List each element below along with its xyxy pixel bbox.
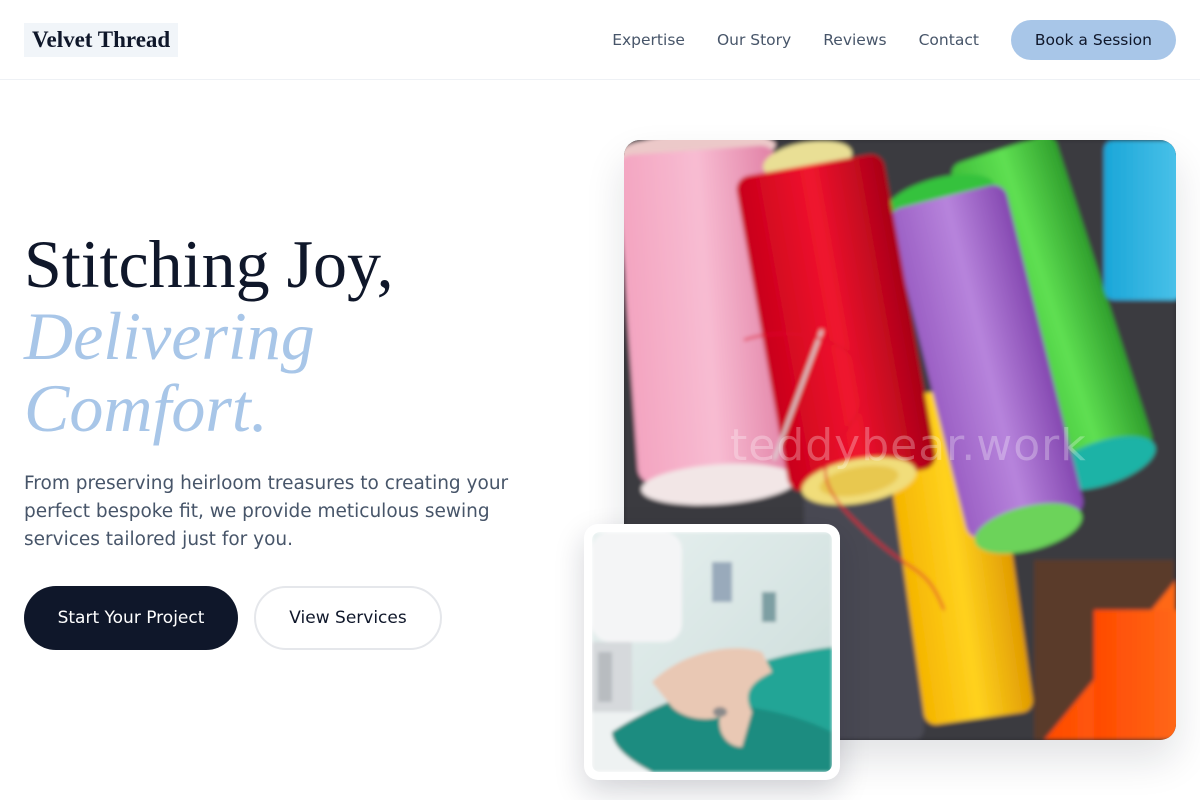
logo[interactable]: Velvet Thread [24, 23, 179, 57]
sewing-machine-image [584, 524, 840, 780]
nav-link-contact[interactable]: Contact [919, 31, 979, 49]
image-watermark: teddybear.work [730, 420, 1087, 471]
hero-title: Stitching Joy, Delivering Comfort. [24, 228, 394, 444]
nav-link-reviews[interactable]: Reviews [823, 31, 886, 49]
hero-title-line-1: Stitching Joy, [24, 226, 394, 302]
start-project-button[interactable]: Start Your Project [24, 586, 238, 650]
nav-link-expertise[interactable]: Expertise [612, 31, 685, 49]
nav-link-our-story[interactable]: Our Story [717, 31, 791, 49]
book-session-button[interactable]: Book a Session [1010, 20, 1176, 60]
view-services-button[interactable]: View Services [254, 586, 442, 650]
hero-description: From preserving heirloom treasures to cr… [24, 473, 509, 550]
hero-title-line-2: Delivering [24, 298, 315, 374]
hero-title-line-3: Comfort. [24, 370, 268, 446]
main-nav: Expertise Our Story Reviews Contact Book… [612, 20, 1176, 60]
site-header: Velvet Thread Expertise Our Story Review… [0, 0, 1200, 80]
